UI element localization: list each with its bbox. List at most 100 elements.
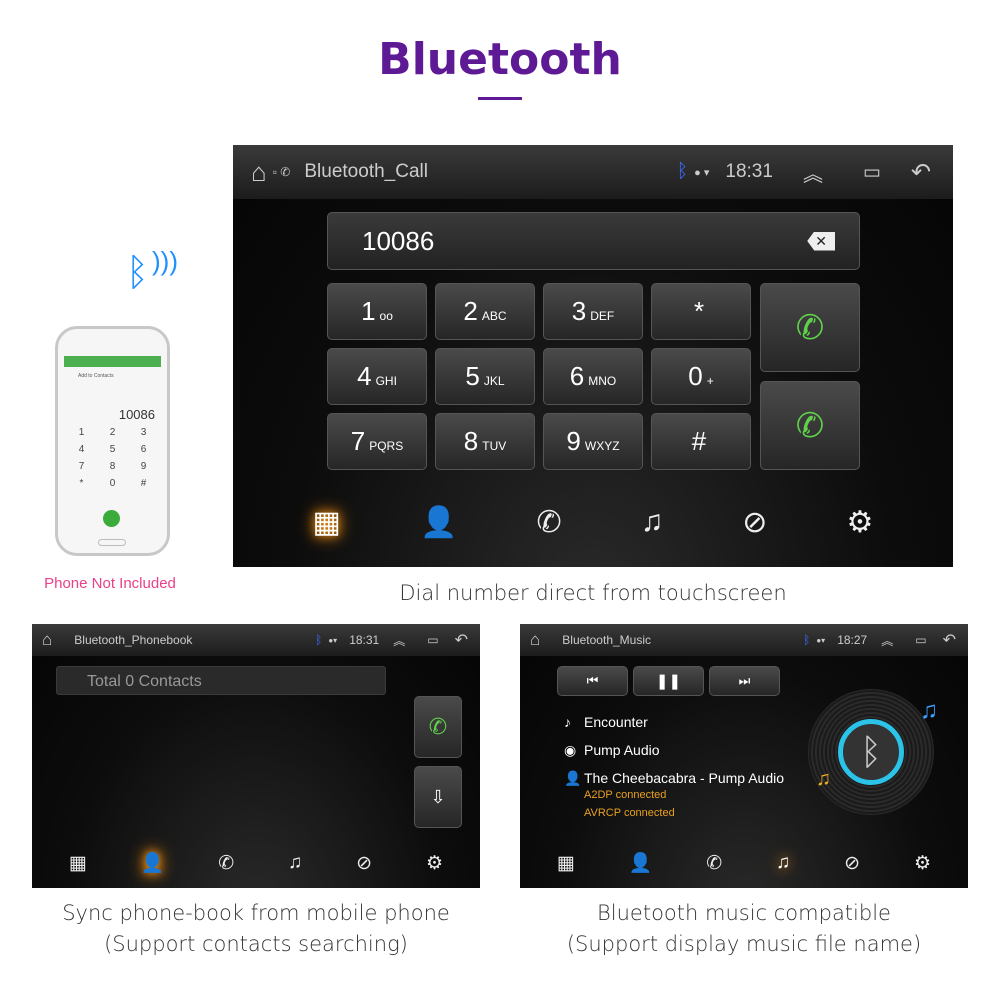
call-contact-button[interactable]: ✆ [414,696,462,758]
key-star[interactable]: * [651,283,751,340]
call-status-icon: ▫ ✆ [272,165,291,179]
artist-icon: 👤 [564,770,582,786]
key-digit: 9 [566,426,581,456]
music-note-icon: ♫ [920,697,938,724]
link-icon[interactable]: ⊘ [742,505,767,540]
contacts-icon[interactable]: 👤 [629,851,653,875]
phone-key: 3 [140,427,147,438]
key-5[interactable]: 5 JKL [435,348,535,405]
contacts-icon[interactable]: 👤 [420,505,457,540]
key-digit: 1 [361,296,376,326]
backspace-icon[interactable]: ✕ [807,231,835,251]
call-caption: Dial number direct from touchscreen [399,581,787,605]
key-digit: 8 [463,426,479,456]
home-icon[interactable]: ⌂ [251,157,267,188]
phone-key: 1 [78,427,85,438]
signal-icon: ●▾ [328,635,338,645]
dialpad-icon[interactable]: ▦ [69,852,87,875]
song-icon: ♪ [564,714,571,730]
key-digit: * [693,296,705,326]
dialpad-icon[interactable]: ▦ [557,852,575,875]
key-letters: MNO [588,373,617,388]
link-icon[interactable]: ⊘ [356,852,372,875]
recent-apps-icon[interactable]: ▭ [427,633,438,647]
key-6[interactable]: 6 MNO [543,348,643,405]
next-track-button[interactable]: ⏭ [709,666,780,696]
key-3[interactable]: 3 DEF [543,283,643,340]
recent-apps-icon[interactable]: ▭ [915,633,926,647]
number-display[interactable]: 10086 ✕ [327,212,860,270]
back-icon[interactable]: ↶ [455,630,468,650]
phone-number: 10086 [118,407,155,422]
music-caption-1: Bluetooth music compatible [597,901,891,925]
screen-title: Bluetooth_Call [304,161,428,182]
key-digit: 3 [571,296,587,326]
home-icon[interactable]: ⌂ [42,630,52,650]
download-contacts-button[interactable]: ⇩ [414,766,462,828]
key-7[interactable]: 7 PQRS [327,413,427,470]
call-log-icon[interactable]: ✆ [218,852,234,875]
pause-button[interactable]: ❚❚ [633,666,704,696]
key-letters: PQRS [369,438,404,453]
page-heading: Bluetooth [378,34,622,85]
call-log-icon[interactable]: ✆ [706,852,722,875]
music-icon[interactable]: ♫ [641,505,664,539]
key-digit: 0 [688,361,703,391]
bluetooth-signal-icon: ᛒ))) [126,246,178,294]
key-digit: 4 [357,361,372,391]
signal-icon: ●▾ [816,635,826,645]
phone-not-included-note: Phone Not Included [44,575,176,592]
key-digit: 6 [569,361,585,391]
bluetooth-logo-icon: ᛒ [838,719,904,785]
call-button[interactable]: ✆ [760,283,860,372]
key-digit: 7 [350,426,366,456]
key-8[interactable]: 8 TUV [435,413,535,470]
phonebook-caption-2: (Support contacts searching) [104,932,408,956]
phone-key: 0 [109,478,116,489]
expand-up-icon[interactable]: ︽ [393,632,405,649]
expand-up-icon[interactable]: ︽ [881,632,893,649]
phone-call-icon [103,510,120,527]
contacts-icon[interactable]: 👤 [141,851,165,875]
music-icon[interactable]: ♫ [288,852,302,874]
bluetooth-icon: ᛒ [803,633,811,647]
key-9[interactable]: 9 WXYZ [543,413,643,470]
link-icon[interactable]: ⊘ [844,852,860,875]
home-icon[interactable]: ⌂ [530,630,540,650]
key-letters: WXYZ [584,438,620,453]
phone-illustration: Add to Contacts 10086 1 2 3 4 5 6 7 8 9 * 0 # [55,326,170,556]
previous-track-button[interactable]: ⏮ [557,666,628,696]
avrcp-status: AVRCP connected [584,807,675,819]
vinyl-disc-graphic: ᛒ ♫ ♫ [808,689,938,815]
screen-title: Bluetooth_Phonebook [74,633,193,647]
dialpad-icon[interactable]: ▦ [313,505,341,540]
contacts-search-input[interactable]: Total 0 Contacts [56,666,386,695]
phone-key: # [140,478,147,489]
expand-up-icon[interactable]: ︽ [803,158,823,187]
key-letters: DEF [590,308,615,323]
key-letters: ABC [481,308,507,323]
settings-icon[interactable]: ⚙ [847,505,874,540]
key-letters: + [706,373,714,388]
phone-key: 4 [78,444,85,455]
key-4[interactable]: 4 GHI [327,348,427,405]
key-letters: oo [379,308,393,323]
redial-button[interactable]: ✆ [760,381,860,470]
call-log-icon[interactable]: ✆ [536,505,561,540]
key-1[interactable]: 1 oo [327,283,427,340]
recent-apps-icon[interactable]: ▭ [863,161,881,184]
music-note-icon: ♫ [816,768,831,790]
key-2[interactable]: 2 ABC [435,283,535,340]
song-title: Encounter [584,714,648,730]
key-hash[interactable]: # [651,413,751,470]
music-caption-2: (Support display music file name) [566,932,922,956]
settings-icon[interactable]: ⚙ [426,852,443,875]
key-0[interactable]: 0 + [651,348,751,405]
artist-name: The Cheebacabra - Pump Audio [584,770,785,786]
back-icon[interactable]: ↶ [911,158,931,187]
settings-icon[interactable]: ⚙ [914,852,931,875]
phone-key: 6 [140,444,147,455]
back-icon[interactable]: ↶ [943,630,956,650]
music-screen: ⌂ Bluetooth_Music ᛒ ●▾ 18:27 ︽ ▭ ↶ ⏮ ❚❚ ⏭ … [520,624,968,888]
music-icon[interactable]: ♫ [776,852,790,874]
